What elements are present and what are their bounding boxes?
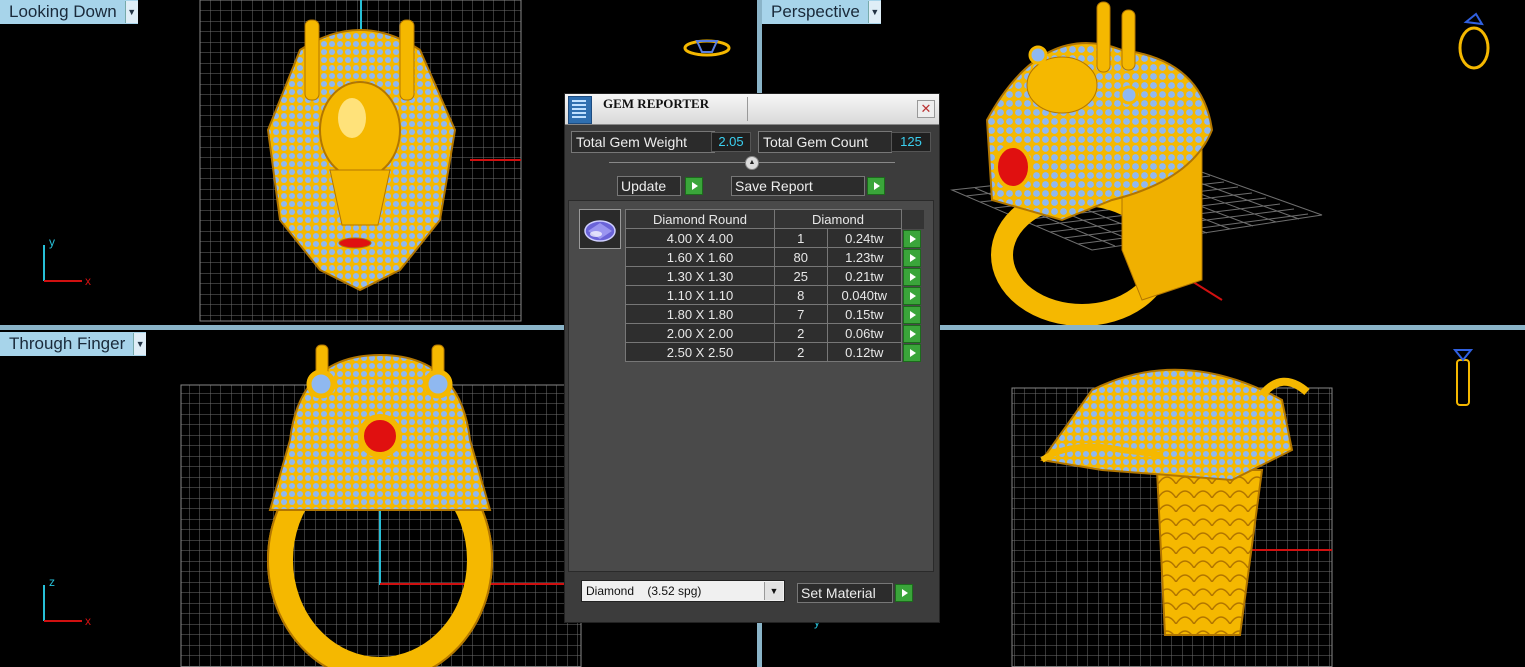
table-row[interactable]: 1.10 X 1.10 8 0.040tw xyxy=(625,285,925,305)
close-icon[interactable]: ✕ xyxy=(917,100,935,118)
gem-table: Diamond Round Diamond 4.00 X 4.00 1 0.24… xyxy=(625,209,925,362)
chevron-down-icon[interactable]: ▼ xyxy=(867,1,881,23)
table-row[interactable]: 2.50 X 2.50 2 0.12tw xyxy=(625,342,925,362)
total-gem-weight-label: Total Gem Weight xyxy=(571,131,715,153)
row-size: 4.00 X 4.00 xyxy=(625,228,775,248)
title-divider xyxy=(747,97,748,121)
total-gem-count-value: 125 xyxy=(891,132,931,152)
row-weight: 0.15tw xyxy=(826,304,902,324)
row-count: 2 xyxy=(774,342,828,362)
update-button[interactable]: Update xyxy=(617,176,681,196)
row-weight: 0.040tw xyxy=(826,285,902,305)
gem-reporter-title: GEM REPORTER xyxy=(603,96,710,111)
row-size: 1.60 X 1.60 xyxy=(625,247,775,267)
row-count: 7 xyxy=(774,304,828,324)
gem-reporter-titlebar[interactable]: GEM REPORTER ✕ xyxy=(565,94,939,125)
chevron-down-icon[interactable]: ▼ xyxy=(133,333,147,355)
gem-table-header: Diamond Round Diamond xyxy=(625,209,925,229)
axis-triad-xy: y x xyxy=(43,235,91,288)
update-go-icon[interactable] xyxy=(685,177,703,195)
gem-reporter-app-icon xyxy=(568,96,592,124)
header-material: Diamond xyxy=(774,209,902,229)
ring-view-icon[interactable] xyxy=(1458,12,1490,70)
row-count: 2 xyxy=(774,323,828,343)
axis-x-label: x xyxy=(85,274,91,288)
row-weight: 0.12tw xyxy=(826,342,902,362)
gem-reporter-window: GEM REPORTER ✕ Total Gem Weight 2.05 Tot… xyxy=(564,93,940,623)
row-size: 1.30 X 1.30 xyxy=(625,266,775,286)
header-shape: Diamond Round xyxy=(625,209,775,229)
row-count: 1 xyxy=(774,228,828,248)
table-row[interactable]: 2.00 X 2.00 2 0.06tw xyxy=(625,323,925,343)
set-material-button[interactable]: Set Material xyxy=(797,583,893,603)
chevron-down-icon[interactable]: ▼ xyxy=(764,582,783,600)
row-count: 80 xyxy=(774,247,828,267)
table-row[interactable]: 1.80 X 1.80 7 0.15tw xyxy=(625,304,925,324)
row-select-go-icon[interactable] xyxy=(903,286,921,305)
viewport-tab-perspective[interactable]: Perspective ▼ xyxy=(762,0,881,24)
set-material-go-icon[interactable] xyxy=(895,584,913,602)
row-weight: 0.06tw xyxy=(826,323,902,343)
total-gem-weight-value: 2.05 xyxy=(711,132,751,152)
ring-model-perspective xyxy=(985,1,1214,325)
row-select-go-icon[interactable] xyxy=(903,305,921,324)
collapse-toggle-icon[interactable]: ▲ xyxy=(745,156,759,170)
viewport-label: Through Finger xyxy=(9,334,126,353)
row-size: 2.00 X 2.00 xyxy=(625,323,775,343)
row-size: 1.10 X 1.10 xyxy=(625,285,775,305)
viewport-label: Looking Down xyxy=(9,2,117,21)
material-select[interactable]: Diamond (3.52 spg) ▼ xyxy=(581,580,785,602)
save-report-go-icon[interactable] xyxy=(867,177,885,195)
row-count: 25 xyxy=(774,266,828,286)
axis-z-label: z xyxy=(49,575,55,589)
total-gem-count-label: Total Gem Count xyxy=(758,131,892,153)
diamond-round-thumbnail[interactable] xyxy=(579,209,621,249)
table-row[interactable]: 1.30 X 1.30 25 0.21tw xyxy=(625,266,925,286)
diamond-gem-icon xyxy=(584,220,616,242)
row-select-go-icon[interactable] xyxy=(903,229,921,248)
row-size: 2.50 X 2.50 xyxy=(625,342,775,362)
row-select-go-icon[interactable] xyxy=(903,267,921,286)
row-weight: 1.23tw xyxy=(826,247,902,267)
viewport-tab-looking-down[interactable]: Looking Down ▼ xyxy=(0,0,138,24)
row-select-go-icon[interactable] xyxy=(903,324,921,343)
viewport-label: Perspective xyxy=(771,2,860,21)
row-select-go-icon[interactable] xyxy=(903,248,921,267)
save-report-button[interactable]: Save Report xyxy=(731,176,865,196)
row-select-go-icon[interactable] xyxy=(903,343,921,362)
chevron-down-icon[interactable]: ▼ xyxy=(124,1,138,23)
pen-view-icon[interactable] xyxy=(1452,349,1474,406)
axis-x-label: x xyxy=(85,614,91,628)
table-row[interactable]: 1.60 X 1.60 80 1.23tw xyxy=(625,247,925,267)
gem-list-panel: Diamond Round Diamond 4.00 X 4.00 1 0.24… xyxy=(568,200,934,572)
view-cube-icon[interactable] xyxy=(683,39,731,57)
row-weight: 0.21tw xyxy=(826,266,902,286)
axis-triad-xz: z x xyxy=(43,575,91,628)
row-count: 8 xyxy=(774,285,828,305)
table-row[interactable]: 4.00 X 4.00 1 0.24tw xyxy=(625,228,925,248)
row-size: 1.80 X 1.80 xyxy=(625,304,775,324)
axis-y-label: y xyxy=(49,235,55,249)
viewport-tab-through-finger[interactable]: Through Finger ▼ xyxy=(0,332,147,356)
row-weight: 0.24tw xyxy=(826,228,902,248)
material-select-value: Diamond (3.52 spg) xyxy=(586,584,702,598)
